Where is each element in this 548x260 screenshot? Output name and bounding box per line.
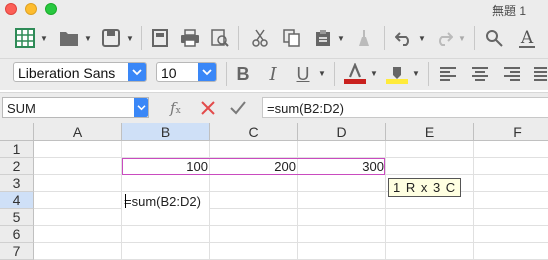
font-name-value: Liberation Sans	[18, 65, 116, 81]
formula-bar: SUM fx =sum(B2:D2)	[0, 92, 548, 123]
window-title: 無題 1	[491, 4, 526, 18]
undo-icon[interactable]	[392, 26, 416, 50]
highlight-color-icon[interactable]	[384, 62, 410, 86]
spreadsheet-grid[interactable]: A B C D E F 1 2 3 4 5 6 7 100 200 300 =s…	[0, 123, 548, 260]
cell-b4-editing[interactable]: =sum(B2:D2)	[122, 192, 209, 209]
column-header-c[interactable]: C	[210, 123, 298, 141]
chevron-down-icon[interactable]: ▼	[337, 34, 345, 43]
function-wizard-icon[interactable]: fx	[170, 99, 181, 117]
column-header-b[interactable]: B	[122, 123, 210, 141]
minimize-window-button[interactable]	[25, 3, 37, 15]
selection-size-tooltip: 1 R x 3 C	[388, 178, 462, 197]
standard-toolbar: ▼ ▼ ▼ ▼ ▼ ▼ A	[0, 18, 548, 59]
formula-text: =sum(B2:D2)	[267, 101, 344, 116]
chevron-down-icon[interactable]: ▼	[418, 34, 426, 43]
name-box-value: SUM	[7, 101, 36, 116]
formatting-toolbar: Liberation Sans 10 B I U ▼ ▼ ▼	[0, 59, 548, 90]
zoom-window-button[interactable]	[45, 3, 57, 15]
chevron-down-icon[interactable]: ▼	[412, 69, 420, 78]
column-header-d[interactable]: D	[298, 123, 386, 141]
italic-icon[interactable]: I	[262, 62, 284, 86]
underline-icon[interactable]: U	[292, 62, 314, 86]
row-header-3[interactable]: 3	[0, 175, 34, 192]
cut-icon[interactable]	[247, 26, 273, 50]
paste-icon[interactable]	[311, 26, 335, 50]
column-header-f[interactable]: F	[474, 123, 548, 141]
print-preview-icon[interactable]	[208, 26, 232, 50]
reference-range-highlight	[122, 158, 385, 175]
chevron-down-icon[interactable]: ▼	[458, 34, 466, 43]
copy-icon[interactable]	[279, 26, 305, 50]
justify-icon[interactable]	[532, 62, 548, 86]
align-right-icon[interactable]	[500, 62, 524, 86]
chevron-down-icon[interactable]: ▼	[84, 34, 92, 43]
font-size-value: 10	[161, 65, 177, 81]
bold-icon[interactable]: B	[232, 62, 254, 86]
open-folder-icon[interactable]	[56, 26, 82, 50]
select-all-corner[interactable]	[0, 123, 34, 141]
row-header-6[interactable]: 6	[0, 226, 34, 243]
row-header-5[interactable]: 5	[0, 209, 34, 226]
save-icon[interactable]	[98, 26, 124, 50]
row-header-7[interactable]: 7	[0, 243, 34, 260]
column-header-e[interactable]: E	[386, 123, 474, 141]
insert-table-icon[interactable]	[12, 26, 38, 50]
chevron-down-icon[interactable]	[134, 98, 148, 117]
row-header-2[interactable]: 2	[0, 158, 34, 175]
row-header-4[interactable]: 4	[0, 192, 34, 209]
cancel-icon[interactable]	[198, 96, 218, 120]
chevron-down-icon[interactable]: ▼	[318, 69, 326, 78]
clone-formatting-icon[interactable]	[352, 26, 376, 50]
chevron-down-icon[interactable]: ▼	[370, 69, 378, 78]
formula-input[interactable]: =sum(B2:D2)	[262, 97, 548, 118]
chevron-down-icon[interactable]	[128, 63, 146, 81]
row-header-1[interactable]: 1	[0, 141, 34, 158]
font-size-box[interactable]: 10	[156, 62, 217, 82]
font-color-icon[interactable]	[342, 62, 368, 86]
align-center-icon[interactable]	[468, 62, 492, 86]
align-left-icon[interactable]	[436, 62, 460, 86]
chevron-down-icon[interactable]: ▼	[40, 34, 48, 43]
column-header-a[interactable]: A	[34, 123, 122, 141]
spelling-icon[interactable]: A	[514, 26, 540, 50]
close-window-button[interactable]	[5, 3, 17, 15]
font-name-box[interactable]: Liberation Sans	[13, 62, 147, 82]
chevron-down-icon[interactable]	[198, 63, 216, 81]
find-replace-icon[interactable]	[482, 26, 506, 50]
redo-icon[interactable]	[432, 26, 456, 50]
export-pdf-icon[interactable]	[148, 26, 172, 50]
title-bar: 無題 1	[0, 0, 548, 18]
name-box[interactable]: SUM	[2, 97, 149, 118]
chevron-down-icon[interactable]: ▼	[126, 34, 134, 43]
text-cursor	[125, 194, 126, 208]
accept-icon[interactable]	[228, 96, 248, 120]
print-icon[interactable]	[178, 26, 202, 50]
